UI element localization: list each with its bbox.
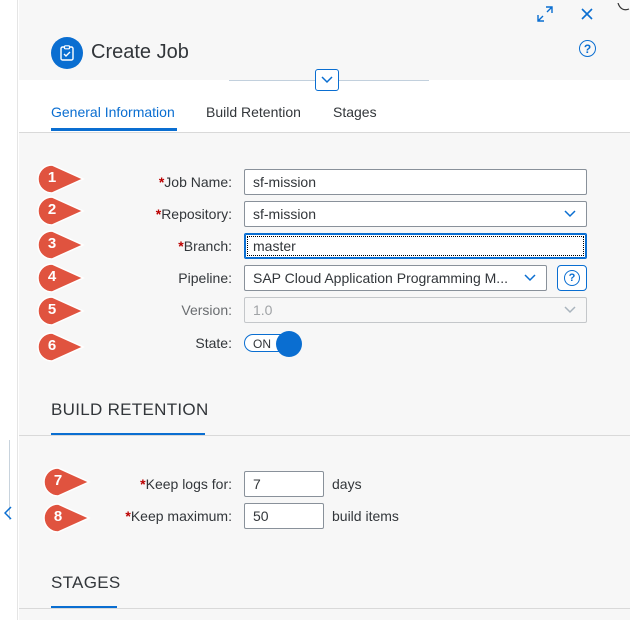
repository-value: sf-mission — [253, 206, 317, 222]
callout-number: 1 — [47, 169, 57, 186]
callout-marker-5: 5 — [37, 296, 85, 326]
callout-marker-1: 1 — [37, 164, 85, 194]
active-tab-indicator — [51, 128, 177, 131]
keep-maximum-label: *Keep maximum: — [125, 508, 232, 524]
chevron-down-icon — [321, 76, 333, 84]
callout-marker-8: 8 — [43, 503, 91, 533]
job-name-row: *Job Name: sf-mission — [19, 169, 630, 195]
state-row: State: ON — [19, 330, 630, 357]
version-row: Version: 1.0 — [19, 297, 630, 323]
tab-general-information[interactable]: General Information — [51, 104, 175, 120]
branch-label: *Branch: — [178, 238, 232, 254]
help-icon: ? — [564, 270, 580, 286]
close-icon[interactable] — [580, 5, 594, 26]
create-job-dialog: Create Job ? General Information Build R… — [19, 0, 630, 620]
pipeline-row: Pipeline: SAP Cloud Application Programm… — [19, 265, 630, 291]
build-retention-divider — [19, 435, 630, 436]
keep-logs-input[interactable]: 7 — [244, 471, 324, 497]
version-label: Version: — [181, 302, 232, 318]
callout-marker-3: 3 — [37, 230, 85, 260]
chevron-down-icon — [564, 306, 576, 314]
tab-stages[interactable]: Stages — [333, 104, 377, 120]
tab-build-retention[interactable]: Build Retention — [206, 104, 301, 120]
pipeline-select[interactable]: SAP Cloud Application Programming M... — [244, 265, 547, 291]
dialog-header: Create Job ? General Information Build R… — [19, 0, 630, 133]
chevron-left-icon[interactable] — [3, 506, 12, 523]
chevron-down-icon — [564, 210, 576, 218]
keep-logs-row: *Keep logs for: 7 days — [19, 471, 630, 497]
keep-logs-unit: days — [332, 476, 362, 492]
callout-marker-2: 2 — [37, 196, 85, 226]
callout-number: 7 — [53, 472, 63, 489]
collapse-header-button[interactable] — [315, 69, 339, 91]
state-label: State: — [195, 335, 232, 351]
callout-number: 6 — [47, 337, 57, 354]
callout-marker-7: 7 — [43, 467, 91, 497]
job-name-label: *Job Name: — [158, 174, 232, 190]
callout-number: 4 — [47, 268, 57, 285]
switch-on-text: ON — [253, 337, 271, 351]
switch-knob — [276, 331, 302, 357]
help-icon[interactable]: ? — [579, 40, 596, 57]
repository-label: *Repository: — [155, 206, 232, 222]
job-name-input[interactable]: sf-mission — [244, 169, 587, 195]
dialog-title: Create Job — [91, 41, 189, 63]
stages-heading: STAGES — [51, 573, 121, 592]
version-select: 1.0 — [244, 297, 587, 323]
callout-number: 3 — [47, 235, 57, 252]
keep-maximum-unit: build items — [332, 508, 399, 524]
keep-maximum-input[interactable]: 50 — [244, 503, 324, 529]
callout-number: 5 — [47, 301, 57, 318]
left-panel-strip — [0, 0, 18, 620]
pipeline-help-button[interactable]: ? — [557, 265, 587, 291]
version-value: 1.0 — [253, 302, 273, 318]
hand-cursor-icon — [616, 0, 630, 16]
repository-select[interactable]: sf-mission — [244, 201, 587, 227]
build-retention-heading: BUILD RETENTION — [51, 400, 209, 419]
callout-number: 8 — [53, 508, 63, 525]
state-switch[interactable]: ON — [244, 331, 302, 357]
branch-row: *Branch: master — [19, 233, 630, 259]
callout-number: 2 — [47, 201, 57, 218]
branch-input[interactable]: master — [244, 233, 587, 259]
callout-marker-6: 6 — [37, 332, 85, 362]
expand-icon[interactable] — [537, 6, 553, 27]
callout-marker-4: 4 — [37, 263, 85, 293]
clipboard-icon — [51, 37, 83, 69]
pipeline-label: Pipeline: — [178, 270, 232, 286]
chevron-down-icon — [524, 274, 536, 282]
stages-divider — [19, 608, 630, 609]
repository-row: *Repository: sf-mission — [19, 201, 630, 227]
pipeline-value: SAP Cloud Application Programming M... — [253, 270, 508, 286]
keep-maximum-row: *Keep maximum: 50 build items — [19, 503, 630, 529]
keep-logs-label: *Keep logs for: — [140, 476, 232, 492]
